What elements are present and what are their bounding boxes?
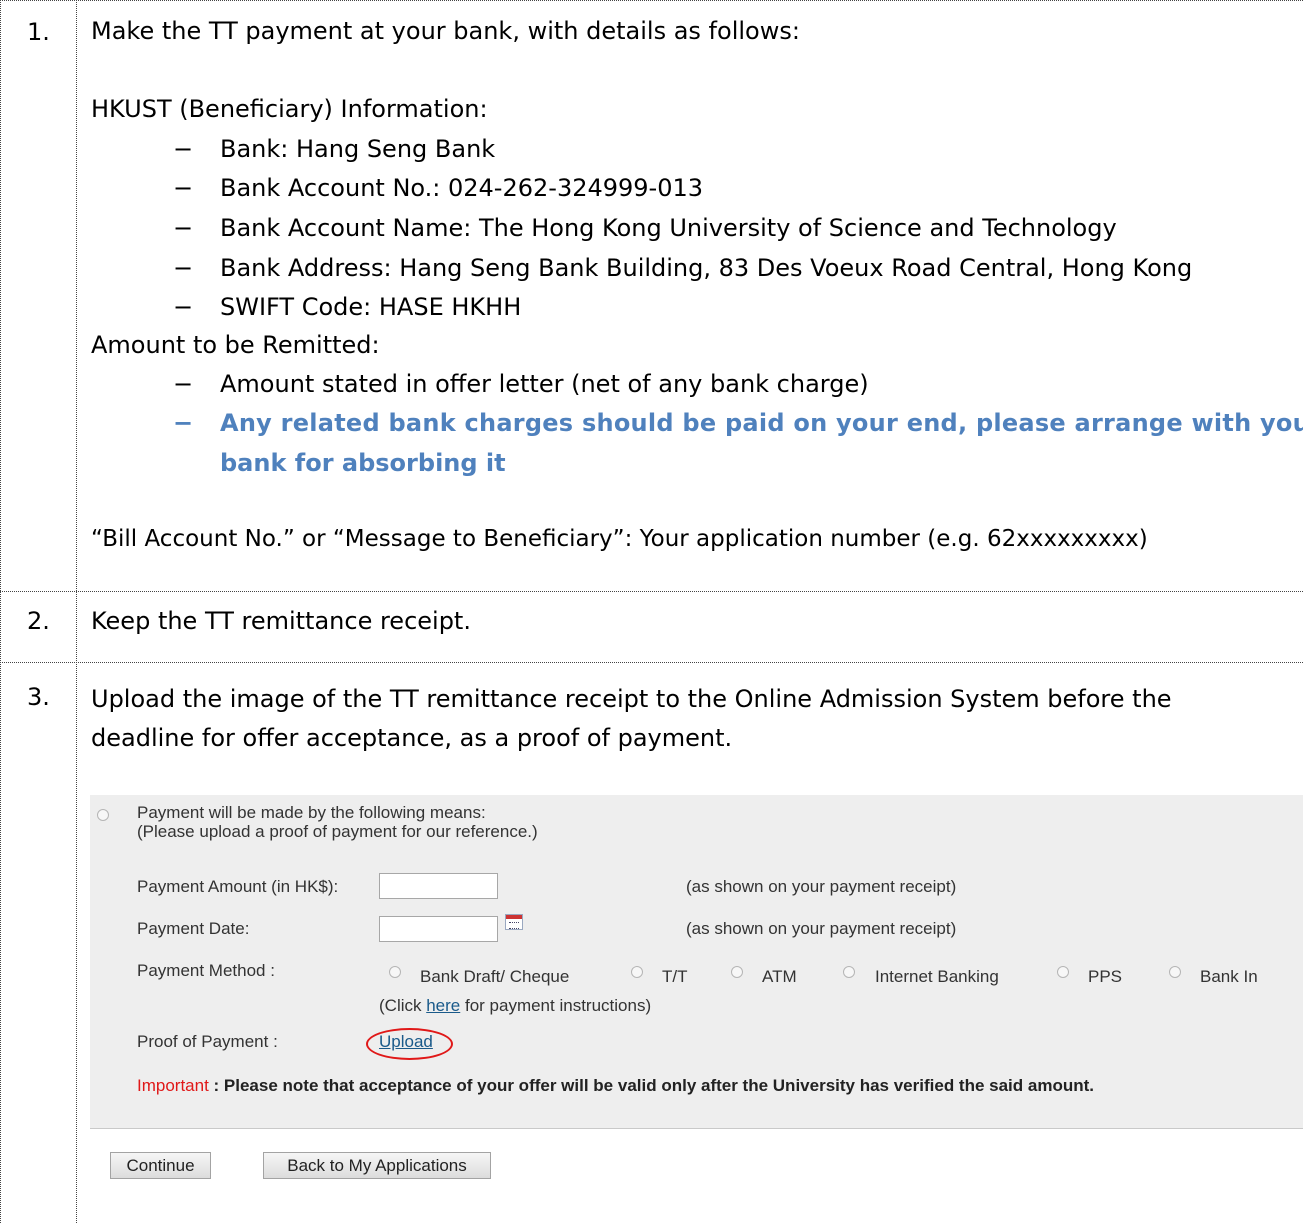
amount-hint: (as shown on your payment receipt) bbox=[686, 877, 957, 896]
method-radio-tt[interactable] bbox=[631, 966, 643, 978]
payment-option-label: Payment will be made by the following me… bbox=[137, 803, 486, 822]
method-radio-bank-in[interactable] bbox=[1169, 966, 1181, 978]
row-number-3: 3. bbox=[27, 683, 50, 711]
payment-amount-input[interactable] bbox=[379, 873, 498, 899]
bank-detail: Bank Address: Hang Seng Bank Building, 8… bbox=[220, 254, 1193, 282]
step3-text-cont: deadline for offer acceptance, as a proo… bbox=[91, 724, 733, 752]
step2-text: Keep the TT remittance receipt. bbox=[91, 607, 471, 635]
table-top-border bbox=[0, 0, 1303, 1]
back-to-applications-button[interactable]: Back to My Applications bbox=[263, 1152, 491, 1179]
table-column-divider bbox=[76, 0, 77, 1223]
bullet-dash: − bbox=[173, 293, 194, 321]
payment-instructions-note: (Click here for payment instructions) bbox=[379, 996, 652, 1015]
row-number-2: 2. bbox=[27, 607, 50, 635]
calendar-icon[interactable] bbox=[505, 914, 523, 930]
method-label-bank-in: Bank In bbox=[1200, 967, 1258, 986]
bill-account-instruction: “Bill Account No.” or “Message to Benefi… bbox=[91, 526, 1148, 552]
important-label: Important bbox=[137, 1076, 209, 1095]
amount-label: Payment Amount (in HK$): bbox=[137, 877, 339, 896]
bullet-dash: − bbox=[173, 135, 194, 163]
payment-option-note: (Please upload a proof of payment for ou… bbox=[137, 822, 538, 841]
bullet-dash: − bbox=[173, 370, 194, 398]
method-radio-pps[interactable] bbox=[1057, 966, 1069, 978]
amount-item: Amount stated in offer letter (net of an… bbox=[220, 370, 869, 398]
method-label-bank-draft: Bank Draft/ Cheque bbox=[420, 967, 570, 986]
proof-label: Proof of Payment : bbox=[137, 1032, 278, 1051]
step3-text: Upload the image of the TT remittance re… bbox=[91, 685, 1172, 713]
row-divider-2 bbox=[0, 662, 1303, 663]
bullet-dash: − bbox=[173, 174, 194, 202]
method-label-tt: T/T bbox=[662, 967, 688, 986]
bullet-dash: − bbox=[173, 254, 194, 282]
bullet-dash: − bbox=[173, 409, 194, 437]
bank-charges-note-cont: bank for absorbing it bbox=[220, 449, 506, 477]
bank-detail: Bank: Hang Seng Bank bbox=[220, 135, 496, 163]
method-radio-atm[interactable] bbox=[731, 966, 743, 978]
bank-detail: Bank Account Name: The Hong Kong Univers… bbox=[220, 214, 1117, 242]
payment-instructions-link[interactable]: here bbox=[426, 996, 460, 1015]
beneficiary-heading: HKUST (Beneficiary) Information: bbox=[91, 95, 488, 123]
highlight-circle bbox=[366, 1028, 453, 1060]
table-left-border bbox=[0, 0, 1, 1223]
step1-intro: Make the TT payment at your bank, with d… bbox=[91, 17, 800, 45]
method-radio-internet-banking[interactable] bbox=[843, 966, 855, 978]
method-label-internet-banking: Internet Banking bbox=[875, 967, 999, 986]
date-hint: (as shown on your payment receipt) bbox=[686, 919, 957, 938]
method-radio-bank-draft[interactable] bbox=[389, 966, 401, 978]
method-label: Payment Method : bbox=[137, 961, 275, 980]
payment-date-input[interactable] bbox=[379, 916, 498, 942]
method-label-atm: ATM bbox=[762, 967, 797, 986]
row-divider-1 bbox=[0, 591, 1303, 592]
continue-button[interactable]: Continue bbox=[110, 1152, 211, 1179]
amount-heading: Amount to be Remitted: bbox=[91, 331, 380, 359]
bullet-dash: − bbox=[173, 214, 194, 242]
date-label: Payment Date: bbox=[137, 919, 250, 938]
payment-option-radio[interactable] bbox=[97, 809, 109, 821]
bank-detail: Bank Account No.: 024-262-324999-013 bbox=[220, 174, 704, 202]
row-number-1: 1. bbox=[27, 18, 50, 46]
method-label-pps: PPS bbox=[1088, 967, 1123, 986]
bank-charges-note: Any related bank charges should be paid … bbox=[220, 409, 1303, 437]
important-note: Important : Please note that acceptance … bbox=[137, 1076, 1094, 1095]
bank-detail: SWIFT Code: HASE HKHH bbox=[220, 293, 522, 321]
